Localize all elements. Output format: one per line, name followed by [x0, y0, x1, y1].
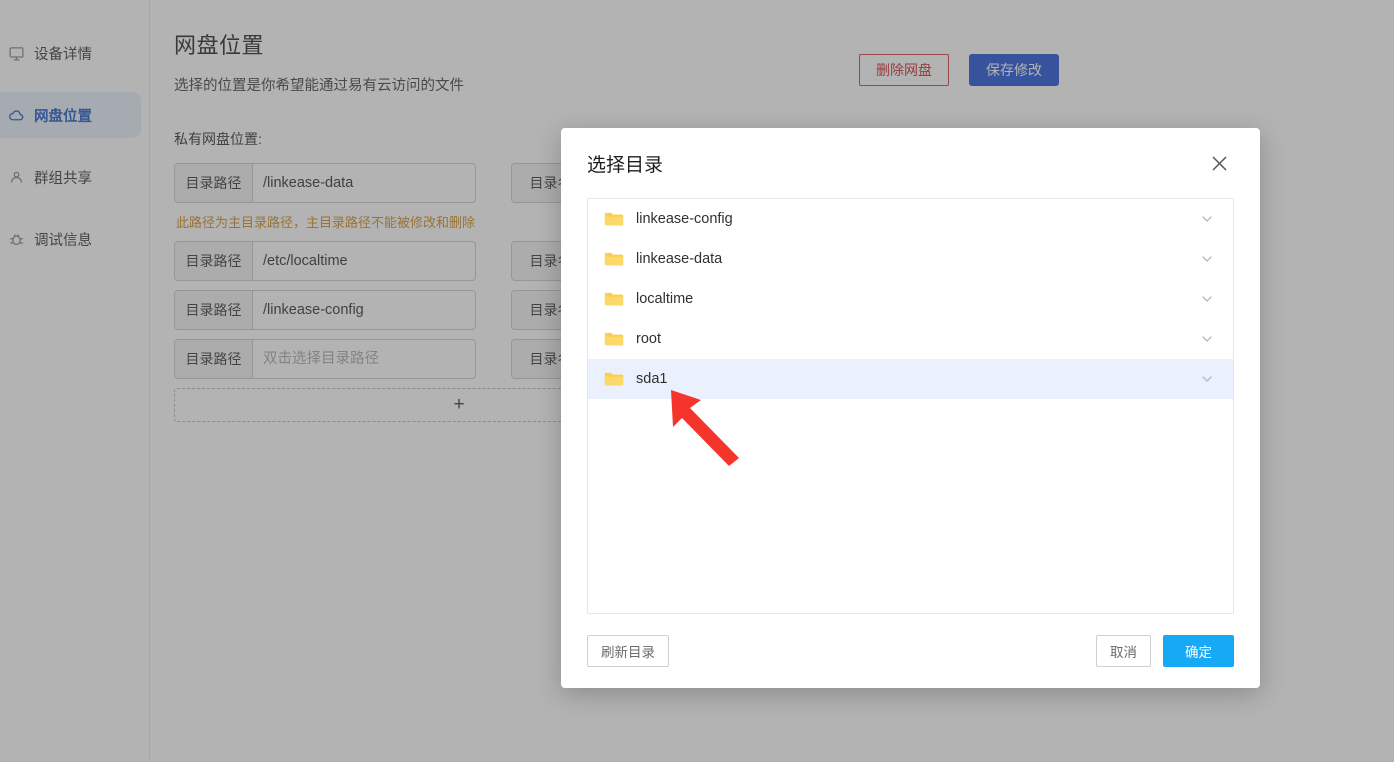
list-item-label: linkease-data	[636, 251, 1199, 267]
select-directory-dialog: 选择目录 linkease-config	[561, 128, 1260, 688]
screen: 设备详情 网盘位置 群组共享	[0, 0, 1394, 762]
list-item[interactable]: linkease-config	[588, 199, 1233, 239]
folder-icon	[604, 289, 624, 309]
cancel-button[interactable]: 取消	[1096, 635, 1151, 667]
dialog-footer: 刷新目录 取消 确定	[587, 614, 1234, 688]
folder-icon	[604, 209, 624, 229]
chevron-down-icon[interactable]	[1199, 331, 1215, 347]
dialog-title: 选择目录	[587, 150, 663, 177]
directory-list[interactable]: linkease-config linkease-data	[587, 198, 1234, 614]
close-icon[interactable]	[1204, 148, 1234, 178]
folder-icon	[604, 369, 624, 389]
list-item-selected[interactable]: sda1	[588, 359, 1233, 399]
chevron-down-icon[interactable]	[1199, 371, 1215, 387]
chevron-down-icon[interactable]	[1199, 211, 1215, 227]
list-item-label: linkease-config	[636, 211, 1199, 227]
list-item[interactable]: root	[588, 319, 1233, 359]
list-item-label: localtime	[636, 291, 1199, 307]
folder-icon	[604, 249, 624, 269]
chevron-down-icon[interactable]	[1199, 291, 1215, 307]
confirm-button[interactable]: 确定	[1163, 635, 1234, 667]
list-item[interactable]: localtime	[588, 279, 1233, 319]
dialog-action-group: 取消 确定	[1096, 635, 1234, 667]
list-item-label: root	[636, 331, 1199, 347]
list-item-label: sda1	[636, 371, 1199, 387]
dialog-header: 选择目录	[587, 128, 1234, 198]
folder-icon	[604, 329, 624, 349]
chevron-down-icon[interactable]	[1199, 251, 1215, 267]
refresh-directory-button[interactable]: 刷新目录	[587, 635, 669, 667]
list-item[interactable]: linkease-data	[588, 239, 1233, 279]
